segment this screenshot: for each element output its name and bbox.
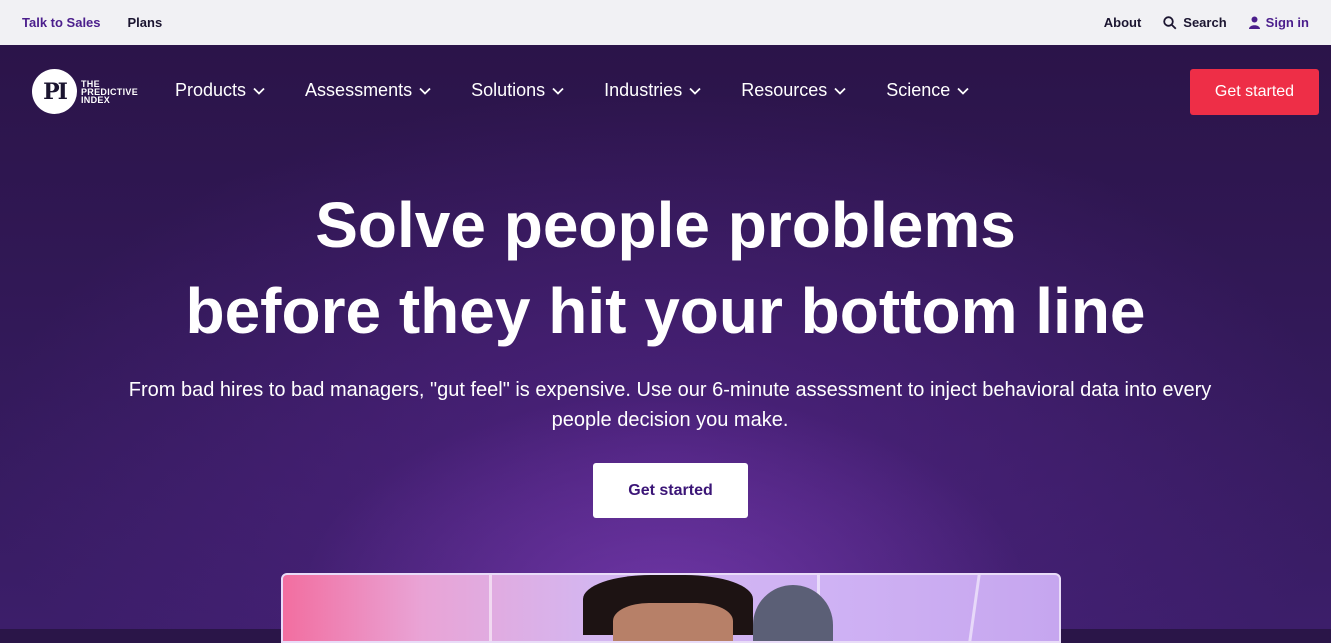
nav-item-label: Industries bbox=[604, 80, 683, 100]
utility-bar: Talk to Sales Plans About Search Sign in bbox=[0, 0, 1331, 45]
chevron-down-icon bbox=[552, 87, 564, 95]
panel-divider bbox=[968, 575, 981, 641]
nav-item-assessments[interactable]: Assessments bbox=[305, 80, 431, 101]
chevron-down-icon bbox=[253, 87, 265, 95]
nav-item-resources[interactable]: Resources bbox=[741, 80, 846, 101]
nav-get-started-button[interactable]: Get started bbox=[1190, 69, 1319, 115]
about-link[interactable]: About bbox=[1104, 15, 1142, 30]
utility-left: Talk to Sales Plans bbox=[22, 15, 189, 30]
user-icon bbox=[1248, 16, 1260, 29]
hero-image bbox=[281, 573, 1061, 643]
logo-line: INDEX bbox=[81, 94, 111, 105]
nav-item-products[interactable]: Products bbox=[175, 80, 265, 101]
person-face bbox=[613, 603, 733, 641]
hero-section: PI THE PREDICTIVE INDEX Products Assessm… bbox=[0, 45, 1331, 643]
nav-item-science[interactable]: Science bbox=[886, 80, 969, 101]
hero-subtext: From bad hires to bad managers, "gut fee… bbox=[128, 379, 1212, 431]
talk-to-sales-link[interactable]: Talk to Sales bbox=[22, 15, 101, 30]
nav-item-label: Products bbox=[175, 80, 247, 100]
search-link[interactable]: Search bbox=[1163, 15, 1227, 30]
search-label: Search bbox=[1183, 15, 1227, 30]
about-label: About bbox=[1103, 15, 1142, 30]
plans-link[interactable]: Plans bbox=[128, 15, 163, 30]
main-nav: PI THE PREDICTIVE INDEX Products Assessm… bbox=[0, 45, 1331, 138]
nav-item-industries[interactable]: Industries bbox=[604, 80, 701, 101]
nav-item-label: Resources bbox=[741, 80, 828, 100]
sign-in-link[interactable]: Sign in bbox=[1248, 15, 1309, 30]
headline-line-2: before they hit your bottom line bbox=[185, 275, 1146, 347]
sign-in-label: Sign in bbox=[1265, 15, 1309, 30]
chevron-down-icon bbox=[834, 87, 846, 95]
hero-headline: Solve people problems before they hit yo… bbox=[0, 182, 1331, 354]
panel-divider bbox=[489, 575, 492, 641]
nav-item-label: Assessments bbox=[305, 80, 413, 100]
nav-item-label: Solutions bbox=[471, 80, 546, 100]
nav-menu: Products Assessments Solutions Industrie… bbox=[175, 80, 1009, 101]
logo[interactable]: PI THE PREDICTIVE INDEX bbox=[32, 69, 138, 114]
chevron-down-icon bbox=[419, 87, 431, 95]
headline-line-1: Solve people problems bbox=[315, 189, 1016, 261]
logo-wordmark: THE PREDICTIVE INDEX bbox=[81, 79, 138, 105]
nav-item-solutions[interactable]: Solutions bbox=[471, 80, 564, 101]
logo-mark: PI bbox=[32, 69, 77, 114]
nav-item-label: Science bbox=[886, 80, 951, 100]
utility-right: About Search Sign in bbox=[1082, 15, 1309, 30]
person-photo-2 bbox=[753, 585, 833, 641]
search-icon bbox=[1163, 15, 1177, 29]
chevron-down-icon bbox=[689, 87, 701, 95]
hero-get-started-button[interactable]: Get started bbox=[593, 463, 748, 518]
chevron-down-icon bbox=[957, 87, 969, 95]
